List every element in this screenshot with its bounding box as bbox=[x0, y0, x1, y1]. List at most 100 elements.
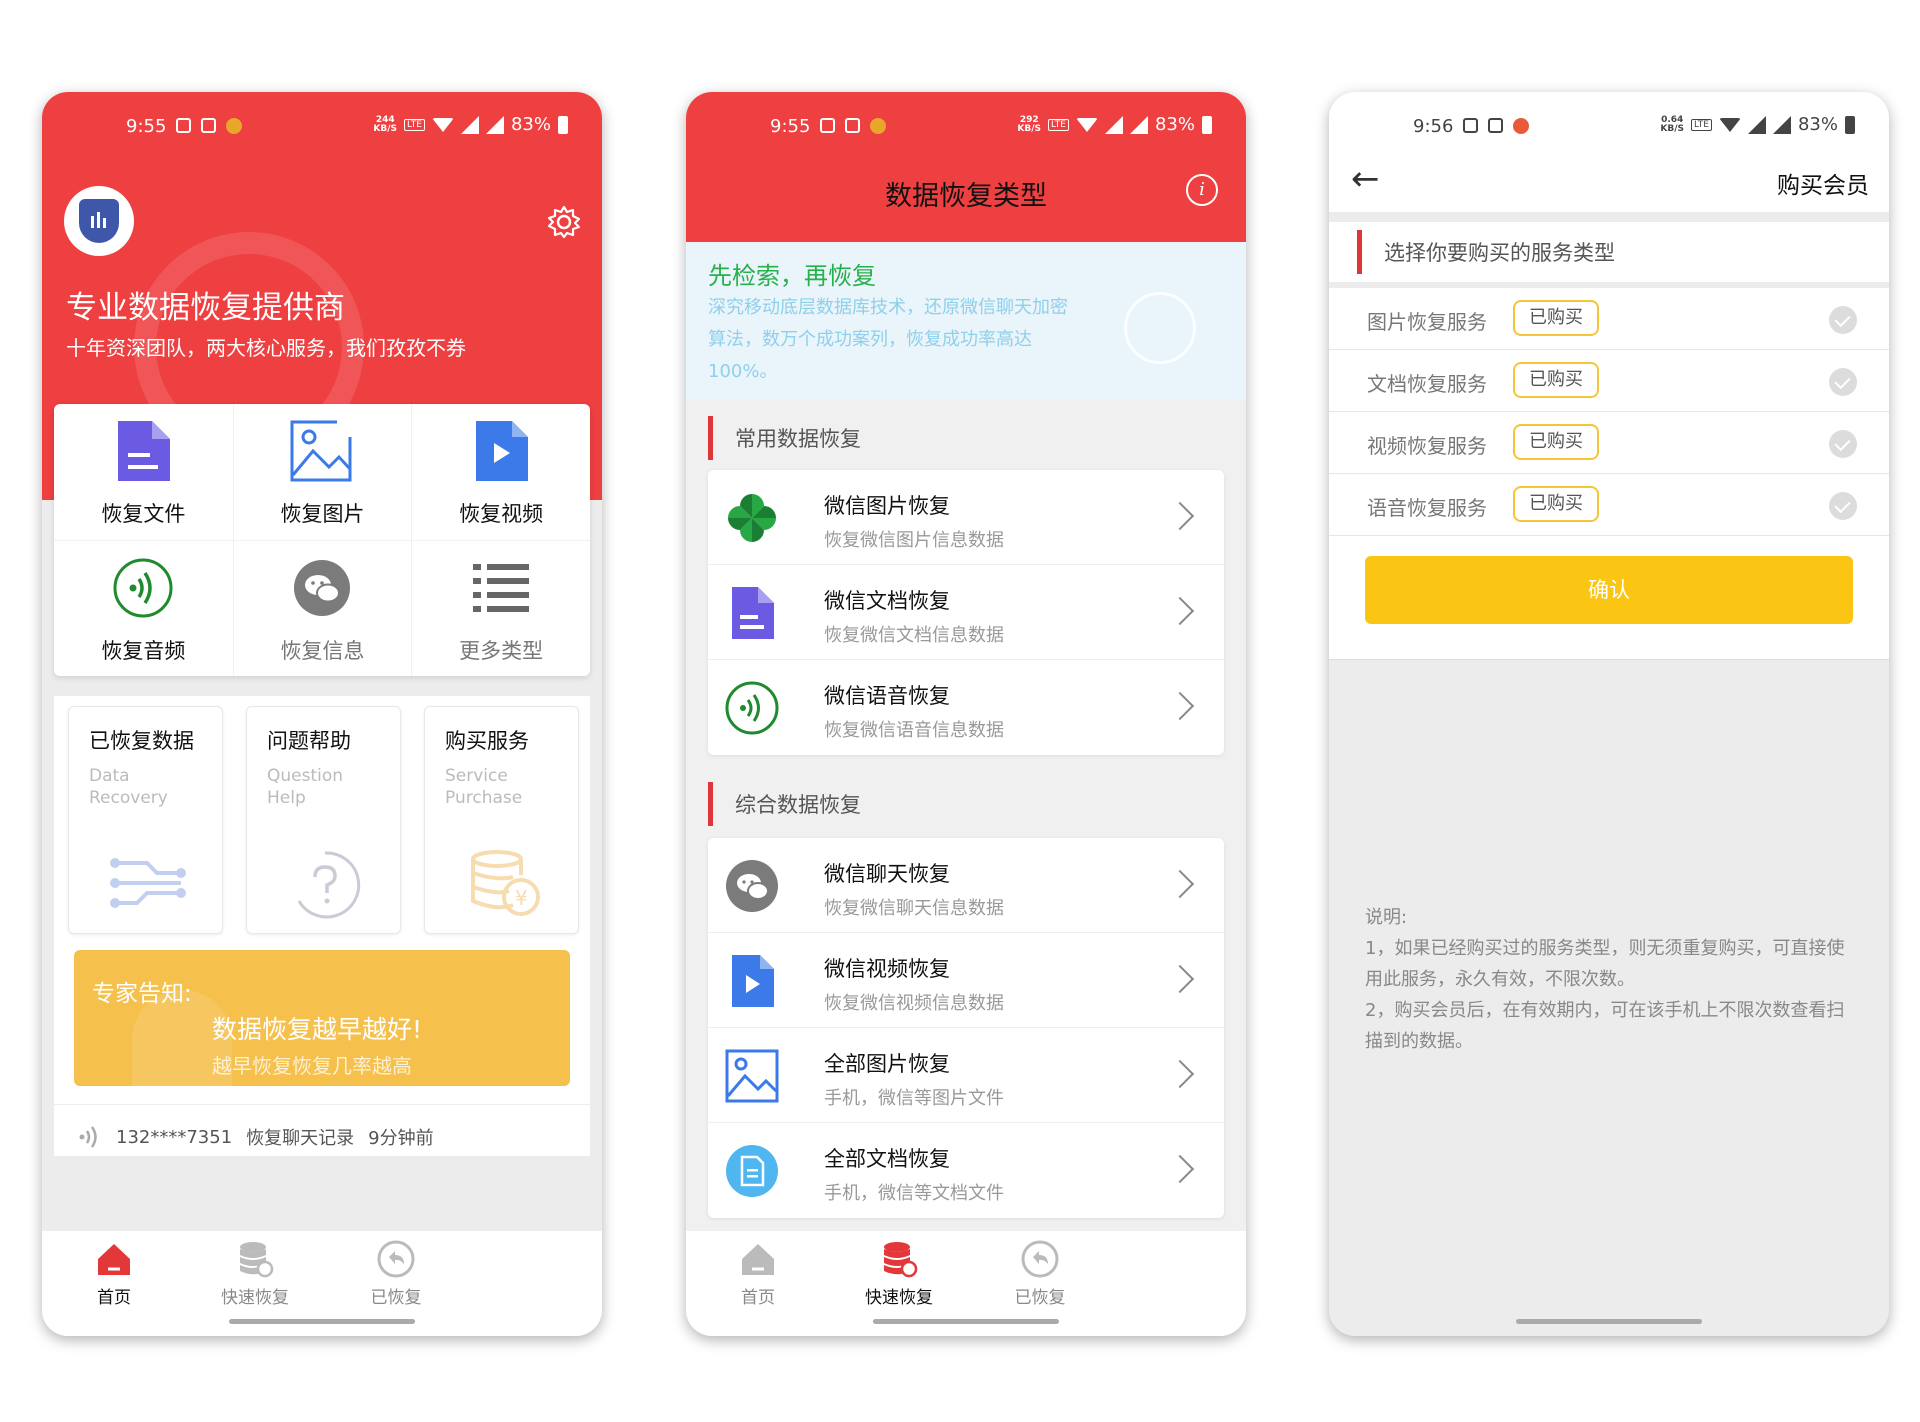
banner-title: 先检索，再恢复 bbox=[708, 262, 876, 290]
grid-item-label: 恢复视频 bbox=[459, 502, 544, 526]
grid-item-label: 更多类型 bbox=[459, 639, 544, 663]
purchased-badge: 已购买 bbox=[1513, 424, 1599, 460]
coins-icon: ¥ bbox=[471, 850, 540, 916]
info-icon[interactable]: i bbox=[1186, 174, 1218, 206]
list-item-all-images[interactable]: 全部图片恢复 手机，微信等图片文件 bbox=[708, 1028, 1224, 1123]
wifi-icon bbox=[1075, 117, 1098, 132]
chevron-right-icon bbox=[1165, 691, 1195, 721]
network-speed: 0.64 KB/S bbox=[1660, 114, 1685, 134]
wifi-icon bbox=[431, 117, 454, 132]
grid-item-recover-message[interactable]: 恢复信息 bbox=[232, 540, 412, 676]
recovered-data-card[interactable]: 已恢复数据 Data Recovery bbox=[68, 706, 223, 934]
app-logo bbox=[64, 186, 134, 256]
service-row-video[interactable]: 视频恢复服务 已购买 bbox=[1329, 412, 1889, 474]
bottom-tab-bar: 首页 快速恢复 已恢复 bbox=[42, 1230, 602, 1336]
list-item-wechat-image[interactable]: 微信图片恢复 恢复微信图片信息数据 bbox=[708, 470, 1224, 565]
tab-label: 快速恢复 bbox=[221, 1288, 289, 1308]
question-help-card[interactable]: 问题帮助 Question Help bbox=[246, 706, 401, 934]
grid-item-recover-audio[interactable]: 恢复音频 bbox=[54, 540, 233, 676]
card-subtitle: Service Purchase bbox=[445, 766, 523, 808]
status-bar: 9:55 244 KB/S LTE 83% bbox=[42, 92, 602, 160]
grid-item-label: 恢复信息 bbox=[280, 639, 365, 663]
chat-icon bbox=[287, 553, 357, 623]
message-icon bbox=[845, 118, 860, 133]
tab-quick-recovery[interactable]: 快速恢复 bbox=[849, 1239, 949, 1308]
service-name: 视频恢复服务 bbox=[1367, 434, 1487, 458]
page-subtitle: 十年资深团队，两大核心服务，我们孜孜不券 bbox=[66, 336, 466, 360]
grid-item-recover-video[interactable]: 恢复视频 bbox=[411, 404, 590, 540]
audio-icon bbox=[108, 553, 178, 623]
gear-icon[interactable] bbox=[546, 204, 582, 240]
list-item-wechat-voice[interactable]: 微信语音恢复 恢复微信语音信息数据 bbox=[708, 660, 1224, 755]
service-name: 语音恢复服务 bbox=[1367, 496, 1487, 520]
check-circle-icon[interactable] bbox=[1829, 306, 1857, 334]
lte-icon: LTE bbox=[1691, 118, 1712, 131]
service-row-document[interactable]: 文档恢复服务 已购买 bbox=[1329, 350, 1889, 412]
image-icon bbox=[725, 1049, 779, 1103]
message-icon bbox=[820, 118, 835, 133]
status-time: 9:55 bbox=[126, 116, 167, 137]
item-subtitle: 恢复微信视频信息数据 bbox=[824, 993, 1004, 1014]
refresh-icon bbox=[1124, 292, 1196, 364]
list-item-all-documents[interactable]: 全部文档恢复 手机，微信等文档文件 bbox=[708, 1123, 1224, 1218]
tab-recovered[interactable]: 已恢复 bbox=[346, 1239, 446, 1308]
list-item-wechat-video[interactable]: 微信视频恢复 恢复微信视频信息数据 bbox=[708, 933, 1224, 1028]
chevron-right-icon bbox=[1165, 1154, 1195, 1184]
section-marker bbox=[708, 782, 713, 826]
tab-quick-recovery[interactable]: 快速恢复 bbox=[205, 1239, 305, 1308]
home-indicator bbox=[229, 1319, 415, 1324]
tab-home[interactable]: 首页 bbox=[64, 1239, 164, 1308]
lte-icon: LTE bbox=[1048, 118, 1069, 131]
tab-label: 快速恢复 bbox=[865, 1288, 933, 1308]
file-text-icon bbox=[726, 1145, 778, 1197]
item-title: 微信语音恢复 bbox=[824, 684, 950, 708]
back-arrow-icon[interactable]: ← bbox=[1351, 162, 1380, 196]
service-row-image[interactable]: 图片恢复服务 已购买 bbox=[1329, 288, 1889, 350]
service-name: 文档恢复服务 bbox=[1367, 372, 1487, 396]
note-item: 1，如果已经购买过的服务类型，则无须重复购买，可直接使用此服务，永久有效，不限次… bbox=[1365, 938, 1845, 990]
buy-service-card[interactable]: 购买服务 Service Purchase ¥ bbox=[424, 706, 579, 934]
check-circle-icon[interactable] bbox=[1829, 492, 1857, 520]
expert-tip-banner[interactable]: 专家告知: 数据恢复越早越好! 越早恢复恢复几率越高 bbox=[74, 950, 570, 1086]
chevron-right-icon bbox=[1165, 1059, 1195, 1089]
tip-headline: 数据恢复越早越好! bbox=[212, 1015, 423, 1044]
battery-icon bbox=[1845, 115, 1855, 134]
purchased-badge: 已购买 bbox=[1513, 300, 1599, 336]
confirm-button[interactable]: 确认 bbox=[1365, 556, 1853, 624]
chevron-right-icon bbox=[1165, 869, 1195, 899]
tab-home[interactable]: 首页 bbox=[708, 1239, 808, 1308]
section-general-header: 综合数据恢复 bbox=[686, 774, 1246, 834]
message-icon bbox=[201, 118, 216, 133]
grid-item-label: 恢复图片 bbox=[280, 502, 365, 526]
grid-item-recover-image[interactable]: 恢复图片 bbox=[232, 404, 412, 540]
database-icon bbox=[235, 1239, 275, 1279]
purchased-badge: 已购买 bbox=[1513, 486, 1599, 522]
tab-recovered[interactable]: 已恢复 bbox=[990, 1239, 1090, 1308]
ticker-time: 9分钟前 bbox=[368, 1128, 434, 1149]
card-title: 问题帮助 bbox=[267, 729, 351, 753]
tab-label: 已恢复 bbox=[1014, 1288, 1066, 1308]
notification-icons bbox=[820, 118, 886, 134]
service-row-voice[interactable]: 语音恢复服务 已购买 bbox=[1329, 474, 1889, 536]
audio-icon bbox=[725, 681, 779, 735]
recovery-type-grid: 恢复文件 恢复图片 恢复视频 恢复音频 恢复信息 更多类型 bbox=[54, 404, 590, 676]
confirm-area: 确认 bbox=[1329, 536, 1889, 660]
tab-label: 首页 bbox=[97, 1288, 131, 1308]
home-icon bbox=[94, 1239, 134, 1279]
signal-icon bbox=[1129, 115, 1148, 134]
ticker-action: 恢复聊天记录 bbox=[246, 1128, 355, 1149]
signal-icon bbox=[460, 115, 479, 134]
data-flow-icon bbox=[110, 858, 186, 908]
network-speed: 292 KB/S bbox=[1017, 114, 1042, 134]
signal-icon bbox=[1747, 115, 1766, 134]
list-item-wechat-chat[interactable]: 微信聊天恢复 恢复微信聊天信息数据 bbox=[708, 838, 1224, 933]
tab-label: 已恢复 bbox=[370, 1288, 422, 1308]
grid-item-recover-file[interactable]: 恢复文件 bbox=[54, 404, 233, 540]
list-item-wechat-document[interactable]: 微信文档恢复 恢复微信文档信息数据 bbox=[708, 565, 1224, 660]
grid-item-more-types[interactable]: 更多类型 bbox=[411, 540, 590, 676]
chevron-right-icon bbox=[1165, 501, 1195, 531]
check-circle-icon[interactable] bbox=[1829, 368, 1857, 396]
video-icon bbox=[466, 416, 536, 486]
lte-icon: LTE bbox=[404, 118, 425, 131]
check-circle-icon[interactable] bbox=[1829, 430, 1857, 458]
